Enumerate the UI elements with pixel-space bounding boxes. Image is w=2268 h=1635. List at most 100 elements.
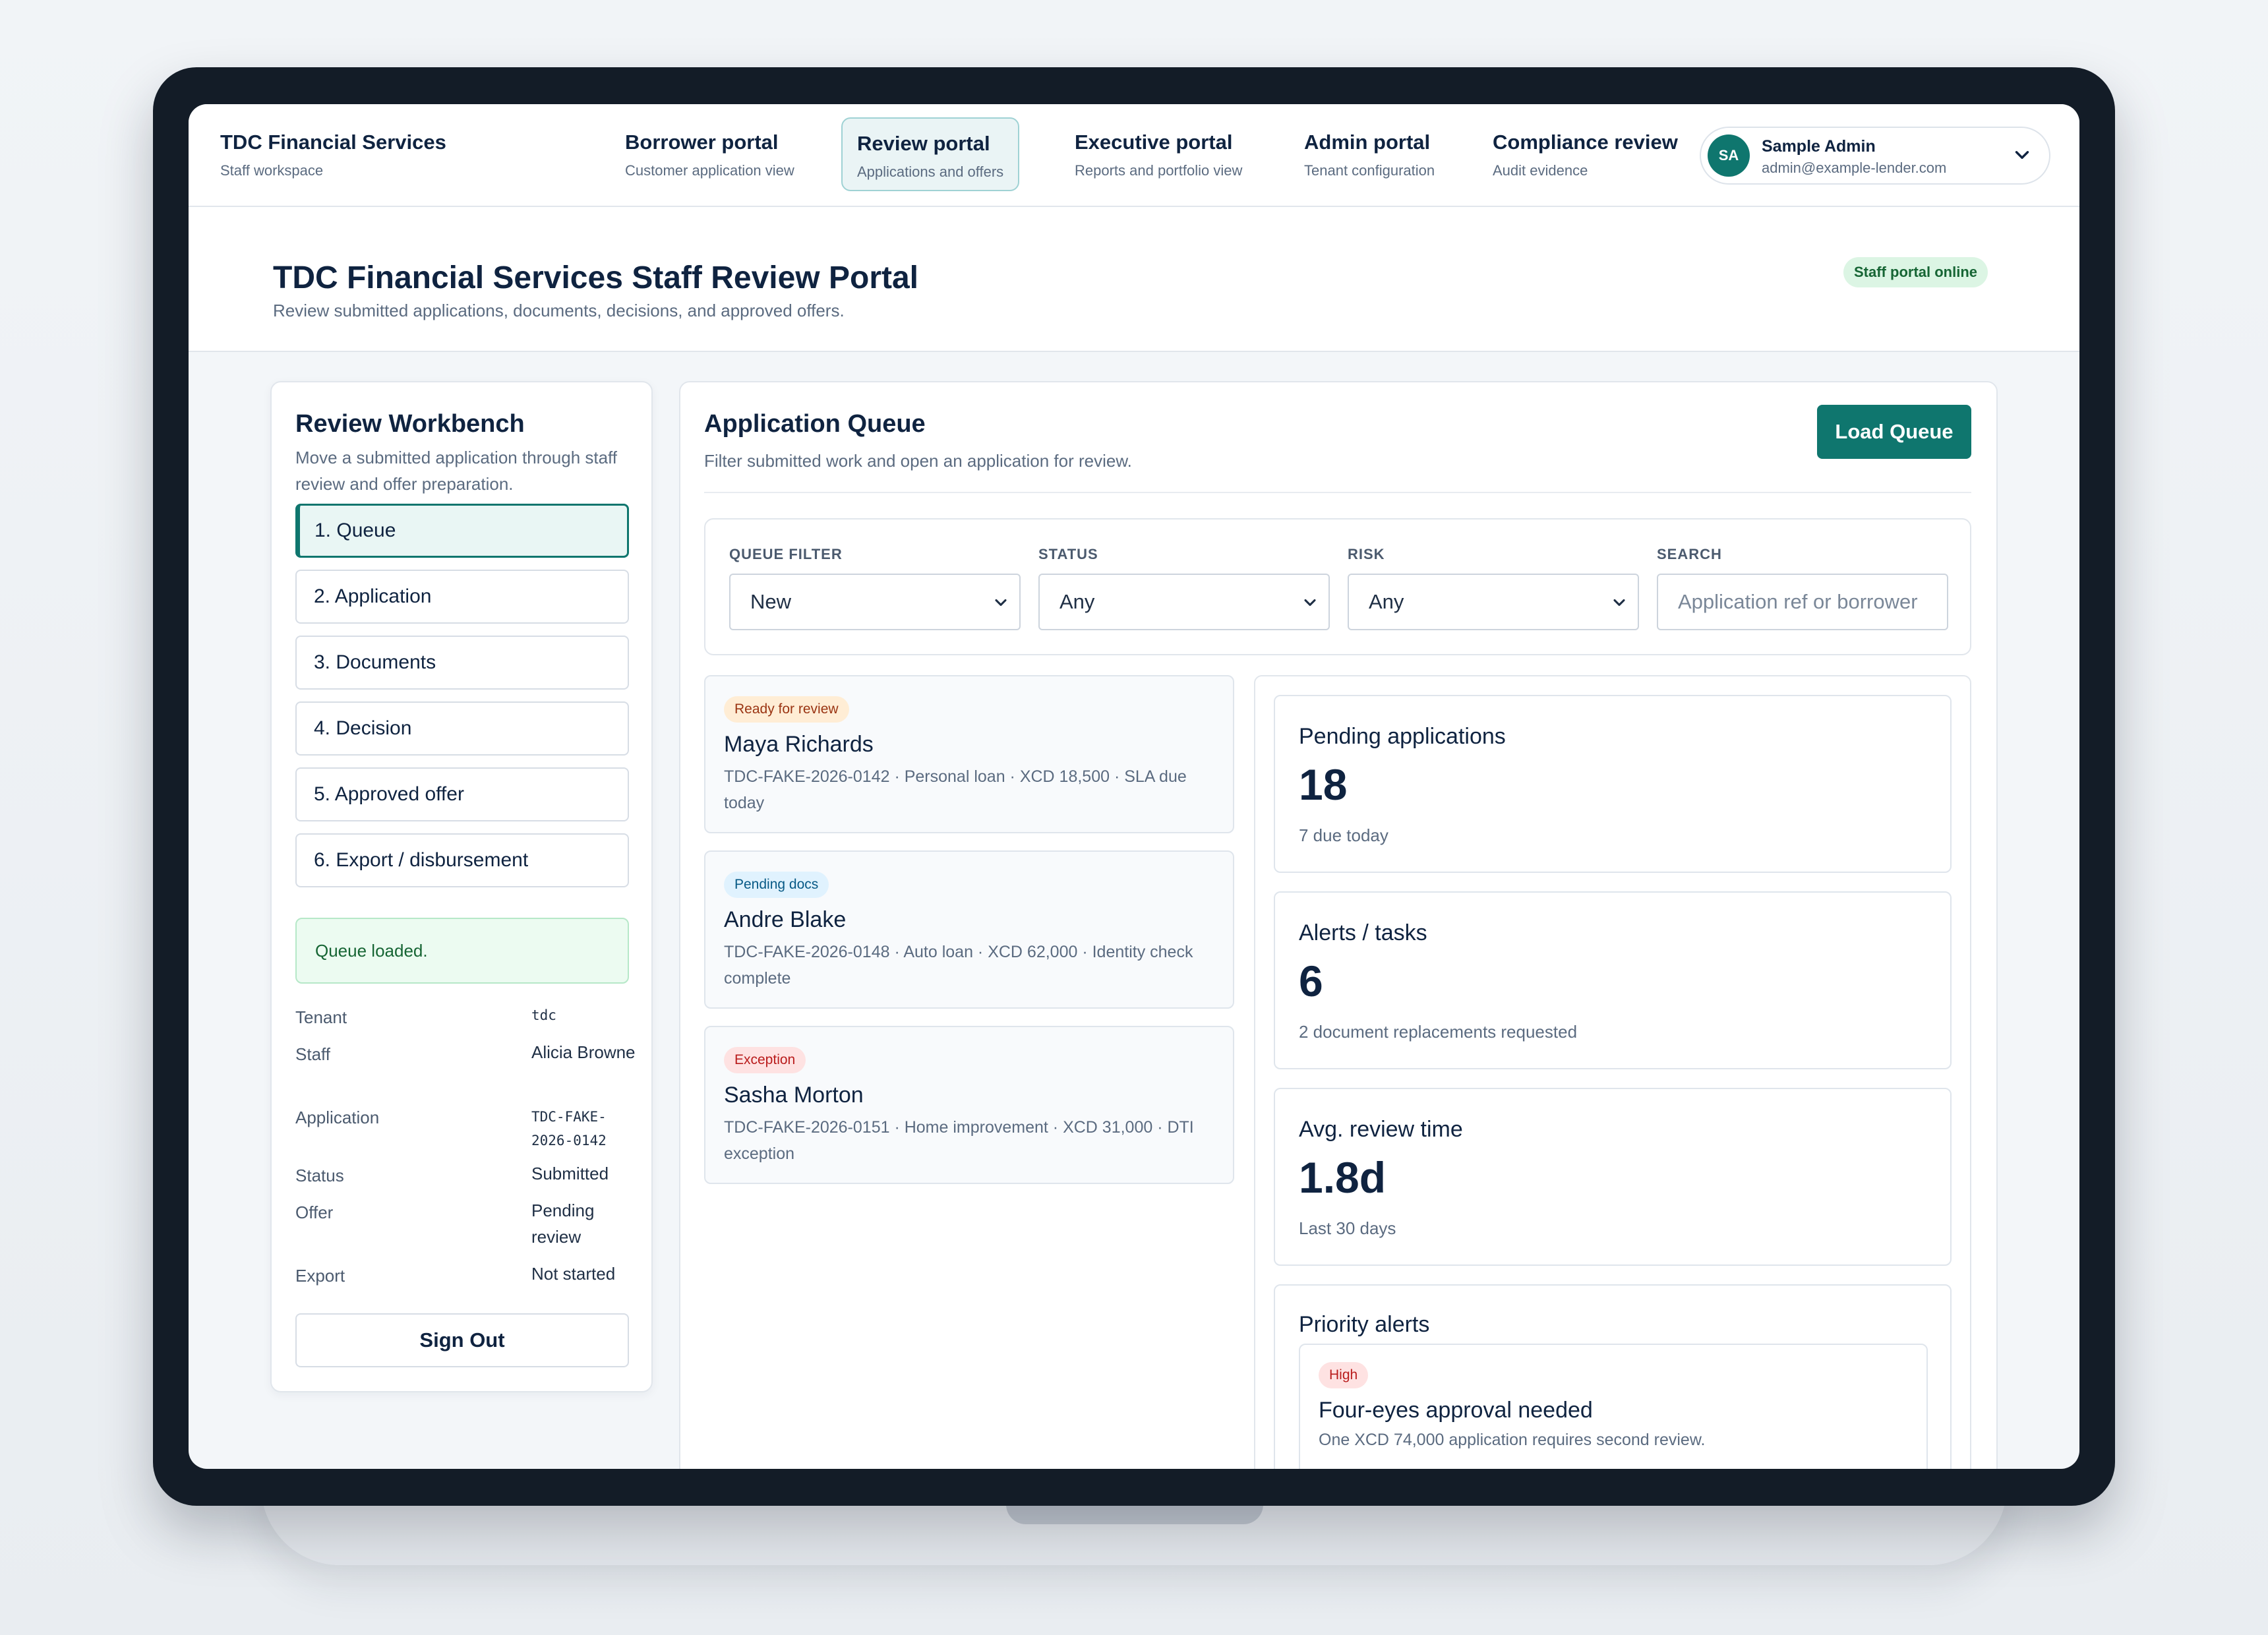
step-queue[interactable]: 1. Queue bbox=[295, 504, 629, 558]
screen: TDC Financial Services Staff workspace B… bbox=[189, 104, 2079, 1469]
step-documents[interactable]: 3. Documents bbox=[295, 636, 629, 690]
detail-value: tdc bbox=[531, 1007, 556, 1023]
tab-admin-portal[interactable]: Admin portal Tenant configuration bbox=[1290, 117, 1449, 191]
priority-alerts-card: Priority alerts High Four-eyes approval … bbox=[1274, 1284, 1952, 1469]
brand-subtitle: Staff workspace bbox=[220, 162, 324, 179]
detail-label: Export bbox=[295, 1266, 345, 1286]
detail-value: Pending review bbox=[531, 1201, 595, 1247]
tab-executive-portal[interactable]: Executive portal Reports and portfolio v… bbox=[1060, 117, 1257, 191]
review-workbench: Review Workbench Move a submitted applic… bbox=[270, 381, 653, 1392]
step-application[interactable]: 2. Application bbox=[295, 570, 629, 624]
detail-label: Offer bbox=[295, 1203, 334, 1222]
detail-label: Tenant bbox=[295, 1007, 347, 1027]
tab-title: Review portal bbox=[857, 132, 990, 155]
stat-card: Alerts / tasks 6 2 document replacements… bbox=[1274, 891, 1952, 1069]
tab-subtitle: Customer application view bbox=[625, 162, 794, 179]
stat-note: Last 30 days bbox=[1299, 1218, 1396, 1238]
chevron-down-icon bbox=[995, 599, 1007, 607]
alert-title: Four-eyes approval needed bbox=[1319, 1398, 1593, 1423]
tab-subtitle: Audit evidence bbox=[1493, 162, 1588, 179]
tab-title: Admin portal bbox=[1304, 131, 1431, 154]
priority-alerts-title: Priority alerts bbox=[1299, 1312, 1430, 1337]
user-menu[interactable]: SA Sample Admin admin@example-lender.com bbox=[1700, 127, 2050, 185]
user-name: Sample Admin bbox=[1762, 137, 1876, 156]
search-input[interactable]: Application ref or borrower bbox=[1657, 574, 1948, 630]
stat-label: Pending applications bbox=[1299, 724, 1506, 749]
priority-badge: High bbox=[1319, 1362, 1369, 1388]
step-approved-offer[interactable]: 5. Approved offer bbox=[295, 767, 629, 821]
stat-card: Avg. review time 1.8d Last 30 days bbox=[1274, 1088, 1952, 1266]
filter-label: SEARCH bbox=[1657, 546, 1722, 562]
risk-select[interactable]: Any bbox=[1348, 574, 1639, 630]
stat-value: 1.8d bbox=[1299, 1153, 1387, 1202]
tab-subtitle: Reports and portfolio view bbox=[1075, 162, 1243, 179]
select-value: Any bbox=[1059, 590, 1095, 613]
load-queue-button[interactable]: Load Queue bbox=[1817, 405, 1971, 459]
step-export-disbursement[interactable]: 6. Export / disbursement bbox=[295, 833, 629, 887]
tab-borrower-portal[interactable]: Borrower portal Customer application vie… bbox=[611, 117, 809, 191]
queue-filter-select[interactable]: New bbox=[729, 574, 1021, 630]
application-meta: TDC-FAKE-2026-0151 · Home improvement · … bbox=[724, 1118, 1194, 1163]
filter-label: STATUS bbox=[1038, 546, 1098, 562]
tab-title: Compliance review bbox=[1493, 131, 1678, 154]
application-card[interactable]: Exception Sasha Morton TDC-FAKE-2026-015… bbox=[704, 1026, 1234, 1184]
filter-label: RISK bbox=[1348, 546, 1385, 562]
divider bbox=[704, 492, 1971, 493]
workbench-description: Move a submitted application through sta… bbox=[295, 448, 618, 494]
application-queue: Application Queue Filter submitted work … bbox=[679, 381, 1998, 1469]
stat-note: 2 document replacements requested bbox=[1299, 1022, 1578, 1042]
stat-note: 7 due today bbox=[1299, 825, 1388, 845]
detail-label: Application bbox=[295, 1108, 380, 1127]
stats-column: Pending applications 18 7 due today Aler… bbox=[1254, 675, 1971, 1469]
borrower-name: Andre Blake bbox=[724, 907, 847, 932]
workbench-title: Review Workbench bbox=[295, 410, 525, 438]
tab-title: Borrower portal bbox=[625, 131, 779, 154]
status-badge: Staff portal online bbox=[1843, 257, 1988, 287]
stat-card: Pending applications 18 7 due today bbox=[1274, 695, 1952, 873]
top-nav: TDC Financial Services Staff workspace B… bbox=[189, 104, 2079, 207]
queue-title: Application Queue bbox=[704, 410, 926, 438]
detail-value: Alicia Browne bbox=[531, 1042, 636, 1062]
select-value: New bbox=[750, 590, 792, 613]
alert-item[interactable]: High Four-eyes approval needed One XCD 7… bbox=[1299, 1344, 1928, 1469]
select-value: Any bbox=[1369, 590, 1404, 613]
page-header: TDC Financial Services Staff Review Port… bbox=[189, 207, 2079, 352]
page-title: TDC Financial Services Staff Review Port… bbox=[273, 260, 919, 295]
detail-value: TDC-FAKE-2026-0142 bbox=[531, 1109, 607, 1148]
application-meta: TDC-FAKE-2026-0148 · Auto loan · XCD 62,… bbox=[724, 943, 1193, 988]
borrower-name: Sasha Morton bbox=[724, 1083, 864, 1108]
tab-title: Executive portal bbox=[1075, 131, 1233, 154]
user-email: admin@example-lender.com bbox=[1762, 160, 1947, 176]
sign-out-button[interactable]: Sign Out bbox=[295, 1313, 629, 1367]
application-meta: TDC-FAKE-2026-0142 · Personal loan · XCD… bbox=[724, 767, 1187, 812]
tab-subtitle: Applications and offers bbox=[857, 164, 1004, 180]
page-subtitle: Review submitted applications, documents… bbox=[273, 301, 845, 320]
filter-label: QUEUE FILTER bbox=[729, 546, 843, 562]
chevron-down-icon bbox=[1613, 599, 1625, 607]
chevron-down-icon bbox=[1304, 599, 1316, 607]
avatar: SA bbox=[1708, 134, 1750, 177]
status-badge: Exception bbox=[724, 1047, 806, 1073]
tab-review-portal[interactable]: Review portal Applications and offers bbox=[841, 117, 1020, 191]
stat-label: Avg. review time bbox=[1299, 1117, 1463, 1142]
chevron-down-icon bbox=[2015, 151, 2029, 159]
detail-label: Staff bbox=[295, 1044, 331, 1064]
step-decision[interactable]: 4. Decision bbox=[295, 701, 629, 756]
tab-compliance-review[interactable]: Compliance review Audit evidence bbox=[1478, 117, 1692, 191]
filter-panel: QUEUE FILTER New STATUS Any RISK Any SEA… bbox=[704, 518, 1971, 655]
detail-value: Submitted bbox=[531, 1164, 609, 1183]
status-badge: Ready for review bbox=[724, 696, 849, 723]
brand[interactable]: TDC Financial Services Staff workspace bbox=[220, 131, 446, 179]
alert-detail: One XCD 74,000 application requires seco… bbox=[1319, 1431, 1706, 1449]
borrower-name: Maya Richards bbox=[724, 732, 874, 757]
status-select[interactable]: Any bbox=[1038, 574, 1330, 630]
stat-value: 6 bbox=[1299, 957, 1323, 1005]
brand-title: TDC Financial Services bbox=[220, 131, 446, 154]
detail-label: Status bbox=[295, 1166, 344, 1185]
detail-value: Not started bbox=[531, 1264, 616, 1284]
application-card[interactable]: Pending docs Andre Blake TDC-FAKE-2026-0… bbox=[704, 850, 1234, 1009]
stat-label: Alerts / tasks bbox=[1299, 920, 1427, 945]
status-badge: Pending docs bbox=[724, 872, 829, 898]
queue-description: Filter submitted work and open an applic… bbox=[704, 451, 1132, 471]
application-card[interactable]: Ready for review Maya Richards TDC-FAKE-… bbox=[704, 675, 1234, 833]
